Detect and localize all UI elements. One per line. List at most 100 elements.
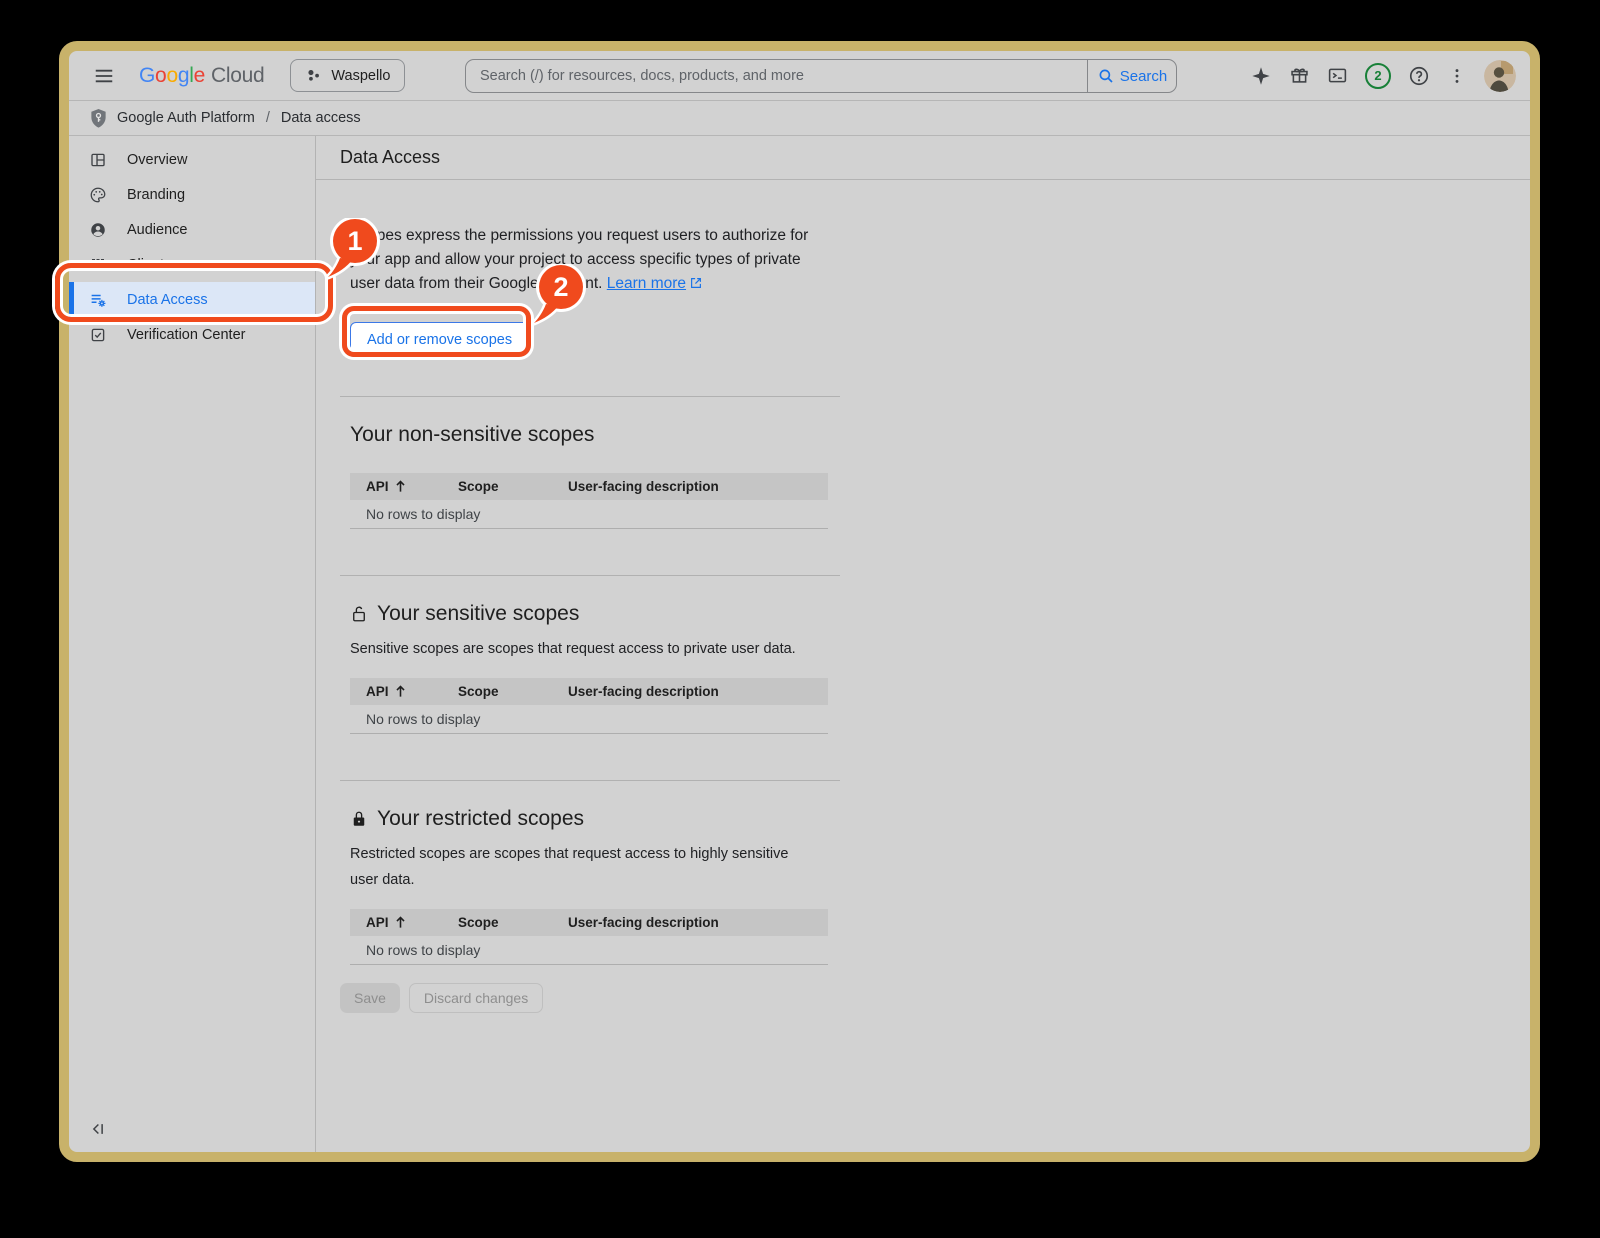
form-actions: Save Discard changes <box>340 983 840 1013</box>
promotions-button[interactable] <box>1289 65 1310 86</box>
google-cloud-logo[interactable]: Google Cloud <box>139 64 264 88</box>
external-link-icon <box>689 277 703 294</box>
section-title-restricted: Your restricted scopes <box>350 807 840 831</box>
section-description: Restricted scopes are scopes that reques… <box>350 841 820 893</box>
logo-letter: g <box>178 64 189 88</box>
sensitive-scopes-table: API Scope User-facing description No row… <box>350 678 828 734</box>
non-sensitive-scopes-table: API Scope User-facing description No row… <box>350 473 828 529</box>
cloud-shell-button[interactable] <box>1327 65 1348 86</box>
table-header-row: API Scope User-facing description <box>350 678 828 705</box>
overview-icon <box>89 151 107 169</box>
section-title-sensitive: Your sensitive scopes <box>350 602 840 626</box>
sidebar-item-label: Audience <box>127 222 187 238</box>
page-header: Data Access <box>316 136 1530 180</box>
gift-icon <box>1289 65 1310 86</box>
annotation-callout-2: 2 <box>532 264 586 326</box>
column-header-api[interactable]: API <box>350 915 442 930</box>
logo-letter: G <box>139 64 155 88</box>
sort-ascending-icon <box>394 480 407 493</box>
intro-paragraph: Scopes express the permissions you reque… <box>350 224 828 298</box>
collapse-panel-icon <box>89 1120 107 1138</box>
logo-cloud-text: Cloud <box>211 64 264 88</box>
browser-window: Google Cloud Waspello Search <box>59 41 1540 1162</box>
page-title: Data Access <box>340 147 440 168</box>
sidebar-item-label: Verification Center <box>127 327 245 343</box>
section-divider <box>340 396 840 397</box>
empty-table-row: No rows to display <box>350 705 828 734</box>
gemini-button[interactable] <box>1250 65 1272 87</box>
logo-letter: o <box>155 64 166 88</box>
column-header-scope: Scope <box>442 684 552 699</box>
section-divider <box>340 575 840 576</box>
section-description: Sensitive scopes are scopes that request… <box>350 636 820 662</box>
menu-icon <box>93 65 115 87</box>
gemini-sparkle-icon <box>1250 65 1272 87</box>
hamburger-menu-button[interactable] <box>93 65 115 87</box>
save-button[interactable]: Save <box>340 983 400 1013</box>
column-header-description: User-facing description <box>552 684 828 699</box>
column-header-scope: Scope <box>442 479 552 494</box>
learn-more-link[interactable]: Learn more <box>607 275 703 292</box>
sidebar-item-audience[interactable]: Audience <box>69 212 315 247</box>
learn-more-label: Learn more <box>607 275 686 292</box>
screenshot-stage: Google Cloud Waspello Search <box>0 0 1600 1238</box>
person-icon <box>89 221 107 239</box>
topbar-actions: 2 <box>1250 60 1516 92</box>
breadcrumb-separator: / <box>264 110 272 126</box>
column-header-description: User-facing description <box>552 915 828 930</box>
sidebar-item-label: Branding <box>127 187 185 203</box>
section-title-text: Your restricted scopes <box>377 807 584 831</box>
search-bar: Search <box>465 59 1177 93</box>
more-options-button[interactable] <box>1447 66 1467 86</box>
more-vert-icon <box>1447 66 1467 86</box>
discard-changes-button[interactable]: Discard changes <box>409 983 543 1013</box>
section-title-text: Your non-sensitive scopes <box>350 423 594 447</box>
callout-number: 1 <box>333 223 377 259</box>
column-header-api[interactable]: API <box>350 479 442 494</box>
empty-table-row: No rows to display <box>350 936 828 965</box>
sort-ascending-icon <box>394 916 407 929</box>
notification-count: 2 <box>1374 68 1381 83</box>
sidebar-item-branding[interactable]: Branding <box>69 177 315 212</box>
column-header-api[interactable]: API <box>350 684 442 699</box>
help-icon <box>1408 65 1430 87</box>
collapse-sidebar-button[interactable] <box>89 1120 107 1138</box>
search-button-label: Search <box>1120 68 1168 85</box>
breadcrumb-current: Data access <box>281 110 361 126</box>
annotation-highlight-data-access <box>55 263 333 322</box>
restricted-scopes-table: API Scope User-facing description No row… <box>350 909 828 965</box>
section-title-non-sensitive: Your non-sensitive scopes <box>350 423 840 447</box>
notifications-badge[interactable]: 2 <box>1365 63 1391 89</box>
breadcrumb-bar: Google Auth Platform / Data access <box>69 101 1530 136</box>
palette-icon <box>89 186 107 204</box>
logo-letter: e <box>194 64 205 88</box>
main-panel: Data Access Scopes express the permissio… <box>316 136 1530 1152</box>
annotation-callout-1: 1 <box>326 218 380 280</box>
top-app-bar: Google Cloud Waspello Search <box>69 51 1530 101</box>
terminal-icon <box>1327 65 1348 86</box>
table-header-row: API Scope User-facing description <box>350 473 828 500</box>
checkbox-icon <box>89 326 107 344</box>
sidebar-item-label: Overview <box>127 152 187 168</box>
search-input[interactable] <box>466 60 1087 92</box>
annotation-highlight-add-scopes <box>342 306 531 357</box>
sort-ascending-icon <box>394 685 407 698</box>
column-header-description: User-facing description <box>552 479 828 494</box>
user-avatar[interactable] <box>1484 60 1516 92</box>
project-icon <box>305 67 322 84</box>
lock-closed-icon <box>350 809 368 829</box>
section-divider <box>340 780 840 781</box>
sidebar-item-verification-center[interactable]: Verification Center <box>69 317 315 352</box>
sidebar-item-overview[interactable]: Overview <box>69 142 315 177</box>
search-submit-button[interactable]: Search <box>1087 60 1176 92</box>
empty-table-row: No rows to display <box>350 500 828 529</box>
help-button[interactable] <box>1408 65 1430 87</box>
callout-number: 2 <box>539 269 583 305</box>
section-title-text: Your sensitive scopes <box>377 602 579 626</box>
logo-letter: o <box>166 64 177 88</box>
project-selector[interactable]: Waspello <box>290 59 405 92</box>
search-icon <box>1097 67 1115 85</box>
breadcrumb-product[interactable]: Google Auth Platform <box>117 110 255 126</box>
table-header-row: API Scope User-facing description <box>350 909 828 936</box>
project-name: Waspello <box>331 68 390 84</box>
